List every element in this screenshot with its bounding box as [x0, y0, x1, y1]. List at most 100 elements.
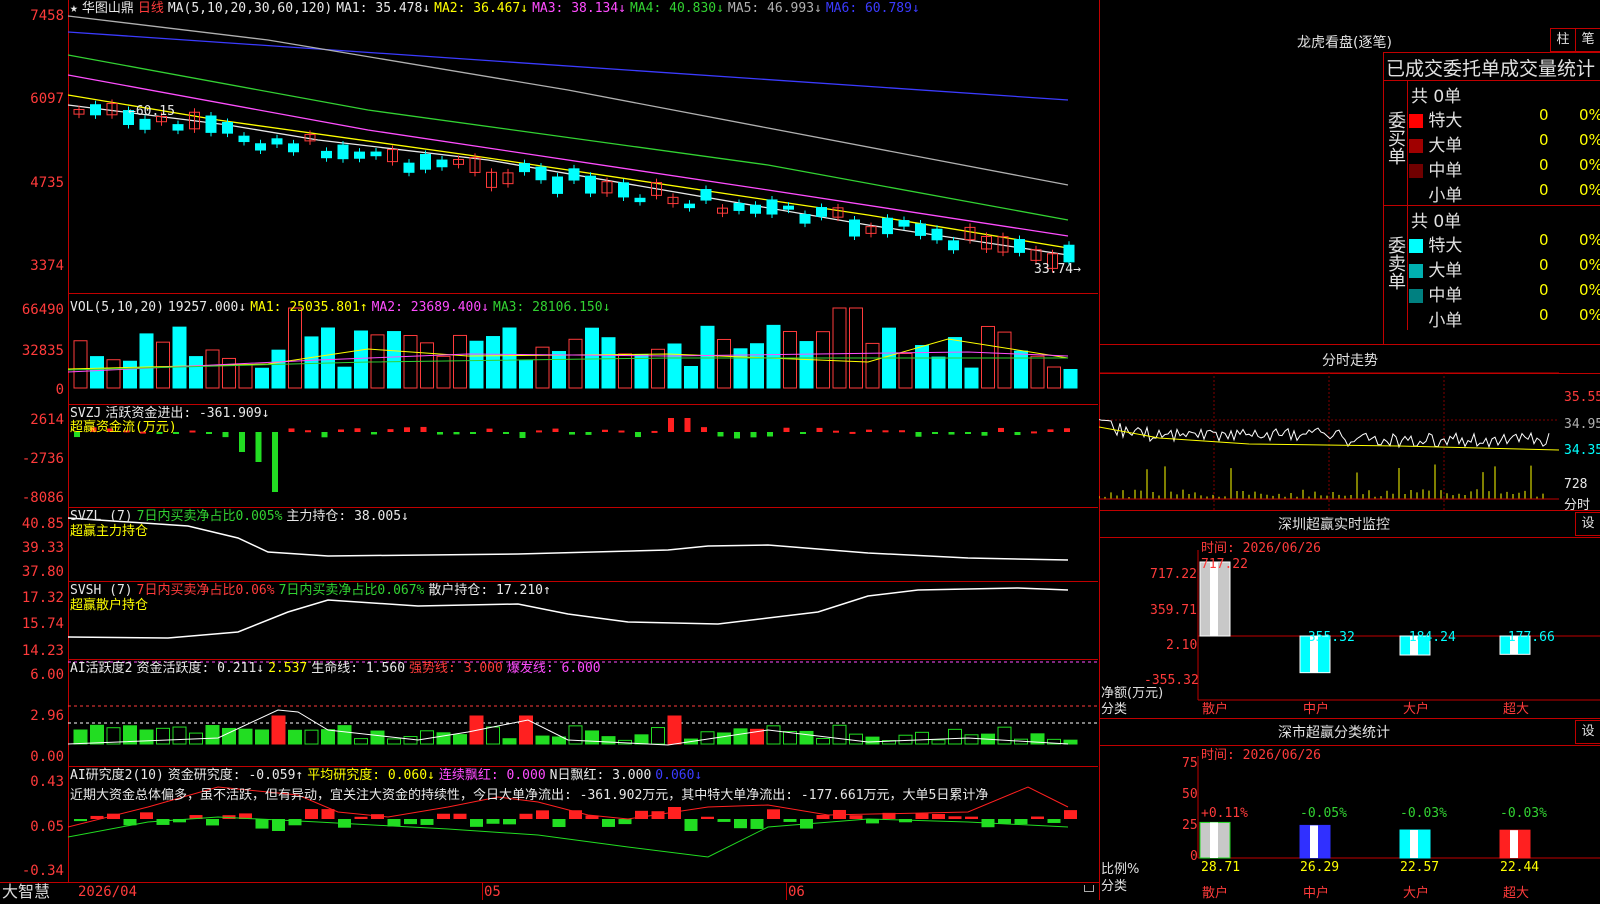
legend-swatch — [1409, 189, 1423, 203]
ai-active-bar — [486, 726, 500, 745]
buy-row-1: 大单 0 0% — [1409, 131, 1600, 156]
sell-row-0: 特大 0 0% — [1409, 231, 1600, 256]
sell-label: 委卖单 — [1385, 236, 1406, 290]
ai-active-bar — [387, 738, 401, 745]
monitor-settings-button[interactable]: 设 — [1575, 512, 1600, 536]
sell-row-label: 中单 — [1423, 286, 1463, 306]
intraday-panel[interactable] — [1098, 371, 1560, 510]
svsh-label-0: 17.32 — [21, 590, 64, 606]
vol-bar — [354, 330, 368, 389]
svzj-bar — [321, 432, 328, 438]
ai-research-bar — [140, 812, 153, 819]
classify-settings-button[interactable]: 设 — [1575, 720, 1600, 744]
ai-active-bar — [634, 734, 649, 745]
kline-candle — [354, 151, 365, 159]
ai-active-axis: 6.00 2.96 0.00 — [0, 660, 69, 766]
svzj-bar — [998, 427, 1004, 432]
monitor-cat-2: 大户 — [1403, 702, 1430, 717]
ai-active-v2: 2.537 — [268, 661, 308, 676]
vol-value: 19257.000↓ — [167, 300, 247, 315]
ai-active-bar — [288, 729, 302, 745]
kline-candle — [915, 223, 926, 236]
kline-candle — [255, 143, 266, 151]
vol-bar — [634, 354, 649, 389]
svzj-bar — [404, 427, 410, 432]
kline-candle — [931, 228, 943, 241]
vol-bar — [238, 364, 253, 389]
period-label[interactable]: 日线 — [138, 1, 164, 16]
vol-bar — [321, 327, 335, 389]
ai-research-bar — [255, 819, 269, 829]
svzj-label-1: -2736 — [21, 451, 64, 467]
bar-mode-button[interactable]: 柱 — [1550, 28, 1576, 52]
vol-bar — [486, 336, 500, 389]
buy-row-0: 特大 0 0% — [1409, 106, 1600, 131]
svzj-bar — [552, 428, 559, 432]
svzj-label-0: 2614 — [30, 412, 64, 428]
ai-active-bar — [799, 730, 814, 745]
svzj-bar — [486, 428, 493, 432]
svsh-title: SVSH (7) — [70, 583, 133, 598]
buy-row-pct: 0% — [1579, 106, 1600, 124]
classify-y-2: 25 — [1182, 818, 1198, 833]
vol-bar — [519, 359, 533, 389]
monitor-y-1: 359.71 — [1150, 603, 1197, 618]
svsh-label-2: 14.23 — [21, 643, 64, 659]
ai-research-bar — [486, 819, 500, 824]
intraday-chart — [1098, 371, 1560, 510]
ai-research-bar — [156, 819, 170, 825]
vol-header: VOL(5,10,20) 19257.000↓ MA1: 25035.801↑ MA2… — [70, 300, 614, 315]
vol-bar — [667, 343, 682, 389]
svzj-bar — [750, 432, 757, 438]
kline-panel[interactable] — [67, 0, 1098, 294]
svzj-bar — [767, 432, 773, 437]
kline-candle — [139, 118, 151, 130]
ai-active-bar — [964, 734, 979, 745]
vol-bar — [469, 340, 484, 389]
tick-mode-button[interactable]: 笔 — [1575, 28, 1600, 52]
buy-row-count: 0 — [1539, 131, 1549, 149]
vol-bar — [849, 307, 863, 389]
vol-bar — [205, 349, 220, 389]
ai-research-bar — [602, 819, 615, 827]
svsh-axis: 17.32 15.74 14.23 — [0, 582, 69, 659]
kline-candle — [321, 150, 332, 159]
ai-research-bar — [321, 809, 335, 819]
app-logo[interactable]: 大智慧 — [2, 883, 50, 901]
star-icon[interactable]: ★ — [70, 1, 78, 16]
ai-active-bar — [585, 730, 599, 745]
ai-research-bar — [437, 813, 450, 819]
ai-research-bar — [618, 819, 632, 825]
ai-research-panel[interactable] — [67, 767, 1098, 883]
vol-bar — [684, 366, 698, 389]
ai-research-bar — [1064, 810, 1077, 819]
ai-active-bar — [436, 732, 451, 745]
svzj-bar — [948, 432, 955, 435]
classify-val-2: 22.57 — [1400, 860, 1440, 875]
vol-bar — [535, 346, 550, 389]
monitor-val-2: -184.24 — [1401, 630, 1456, 645]
buy-row-count: 0 — [1539, 156, 1549, 174]
ai-research-bar — [1014, 819, 1028, 825]
lock-icon[interactable] — [1084, 885, 1094, 892]
ai-research-bar — [453, 813, 467, 819]
kline-candle — [172, 124, 184, 131]
vol-bar — [1014, 350, 1028, 389]
vol-bar — [766, 324, 781, 389]
svzj-bar — [371, 432, 377, 435]
ai-active-bar — [255, 729, 269, 745]
ai-research-bar — [519, 813, 533, 819]
sell-row-label: 小单 — [1423, 311, 1463, 331]
sell-row-pct: 0% — [1579, 306, 1600, 324]
ai-research-bar — [536, 810, 549, 819]
sell-row-pct: 0% — [1579, 231, 1600, 249]
ai-active-bar — [90, 724, 104, 745]
classify-x-caption: 分类 — [1101, 879, 1128, 894]
kline-candle — [271, 138, 283, 145]
ai-research-bar — [816, 815, 830, 819]
legend-swatch — [1409, 289, 1423, 303]
ai-research-label-2: -0.34 — [21, 863, 64, 879]
ai-active-panel[interactable] — [67, 660, 1098, 767]
kline-candle — [585, 175, 596, 194]
ma5-value: MA5: 46.993↓ — [727, 1, 822, 16]
